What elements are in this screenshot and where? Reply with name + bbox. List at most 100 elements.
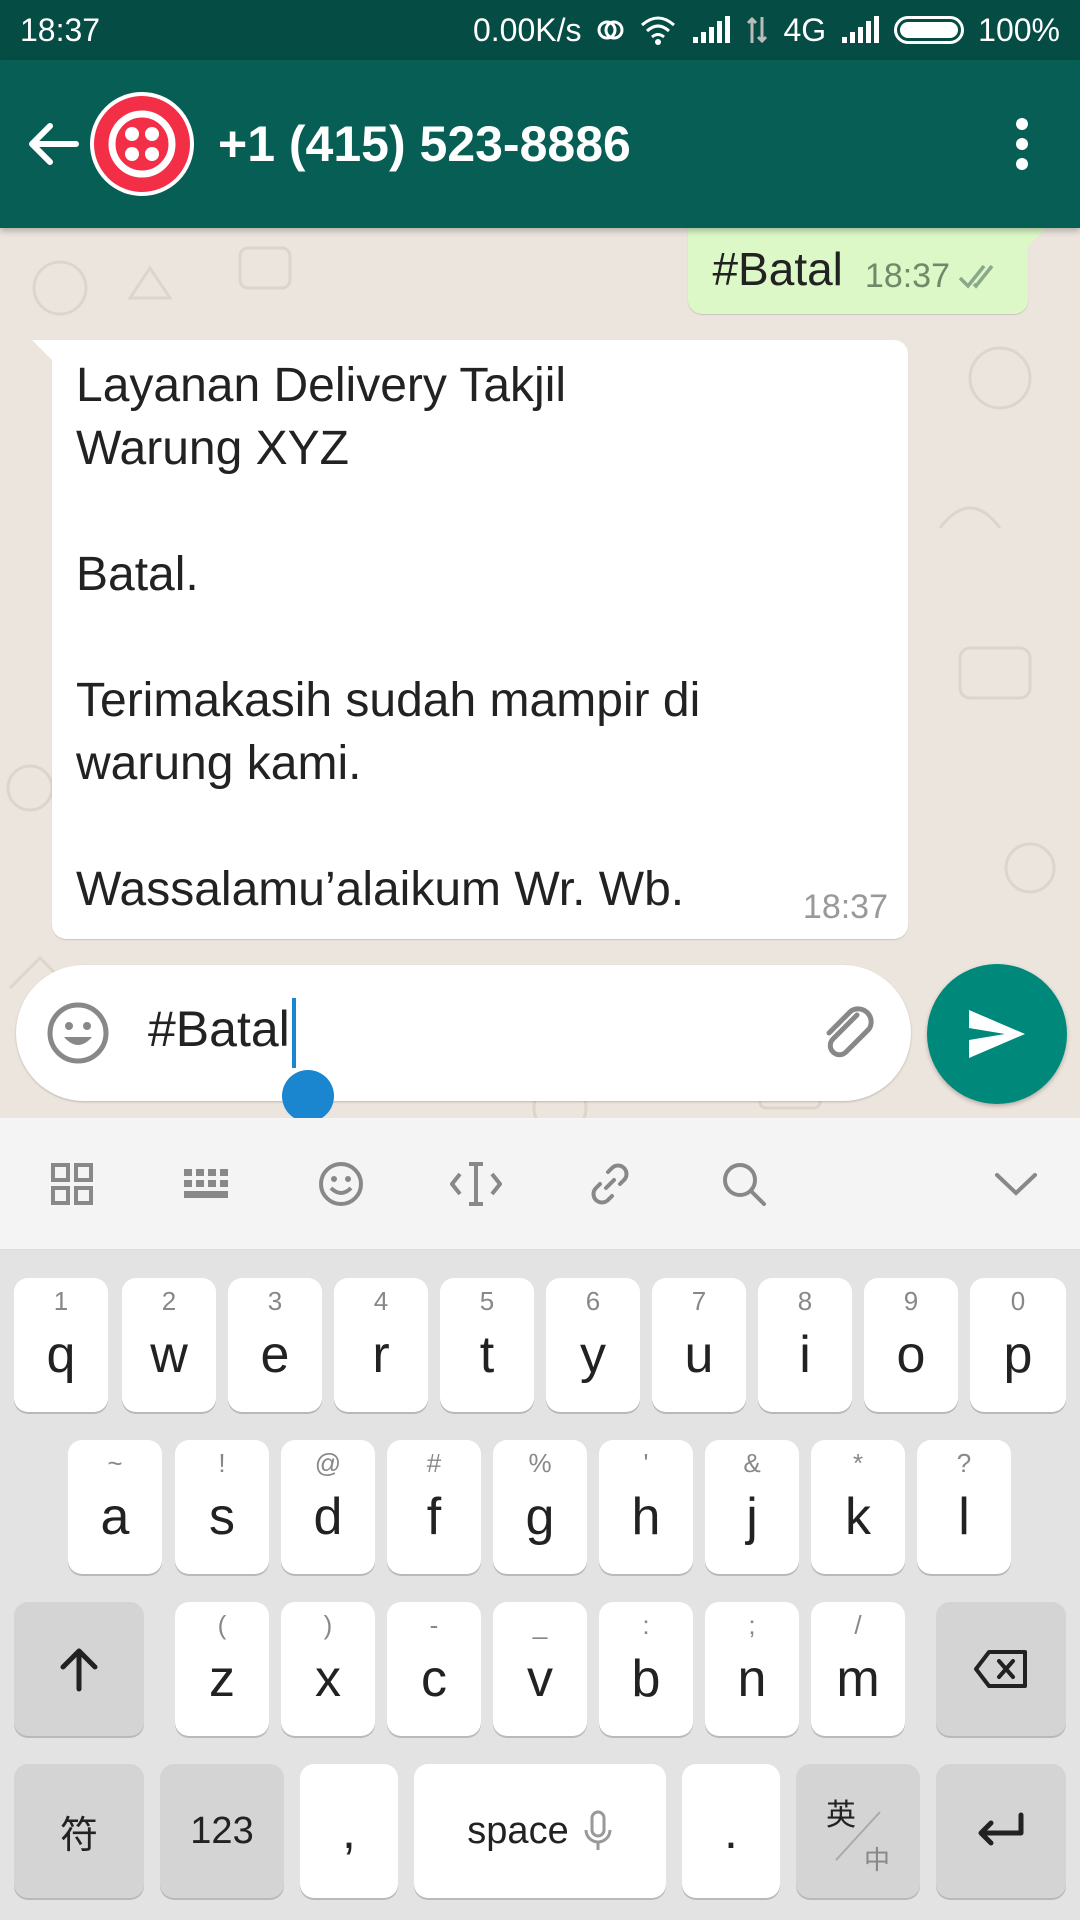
- message-line: Wassalamu’alaikum Wr. Wb.: [76, 863, 685, 916]
- key-j[interactable]: & j: [705, 1440, 799, 1574]
- key-label: y: [580, 1326, 606, 1384]
- key-h[interactable]: ' h: [599, 1440, 693, 1574]
- shift-key[interactable]: [14, 1602, 144, 1736]
- keyboard-layout-button[interactable]: [174, 1152, 238, 1216]
- key-sub-label: ): [323, 1610, 333, 1640]
- symbols-key[interactable]: 符: [14, 1764, 144, 1898]
- key-label: space: [467, 1809, 569, 1852]
- key-v[interactable]: _ v: [493, 1602, 587, 1736]
- key-label: n: [737, 1650, 767, 1708]
- key-r[interactable]: 4r: [334, 1278, 428, 1412]
- caret-handle[interactable]: [282, 1070, 334, 1122]
- comma-key[interactable]: ,: [300, 1764, 398, 1898]
- message-input[interactable]: #Batal: [148, 998, 817, 1068]
- key-s[interactable]: ! s: [175, 1440, 269, 1574]
- key-label: t: [479, 1326, 495, 1384]
- key-sub-label: 8: [797, 1286, 813, 1316]
- key-sub-label: ~: [107, 1448, 123, 1478]
- search-icon: [723, 1163, 766, 1206]
- enter-key[interactable]: [936, 1764, 1066, 1898]
- message-line: warung kami.: [76, 737, 362, 790]
- key-q[interactable]: 1q: [14, 1278, 108, 1412]
- emoji-keyboard-button[interactable]: [309, 1152, 373, 1216]
- key-sub-label: 4: [373, 1286, 389, 1316]
- send-button[interactable]: [927, 964, 1067, 1104]
- message-line: Warung XYZ: [76, 422, 349, 475]
- key-w[interactable]: 2w: [122, 1278, 216, 1412]
- key-sub-label: 7: [691, 1286, 707, 1316]
- key-i[interactable]: 8i: [758, 1278, 852, 1412]
- search-button[interactable]: [712, 1152, 776, 1216]
- key-sub-label: @: [314, 1448, 342, 1478]
- keyboard-icon: [184, 1169, 228, 1198]
- contact-name[interactable]: +1 (415) 523-8886: [218, 115, 992, 173]
- key-label: o: [896, 1326, 926, 1384]
- key-label: i: [799, 1326, 811, 1384]
- key-u[interactable]: 7u: [652, 1278, 746, 1412]
- language-switch-key[interactable]: 英 中: [796, 1764, 920, 1898]
- key-f[interactable]: # f: [387, 1440, 481, 1574]
- backspace-key[interactable]: [936, 1602, 1066, 1736]
- key-b[interactable]: :b: [599, 1602, 693, 1736]
- smiley-icon: [319, 1162, 363, 1206]
- key-c[interactable]: -c: [387, 1602, 481, 1736]
- key-g[interactable]: % g: [493, 1440, 587, 1574]
- key-e[interactable]: 3e: [228, 1278, 322, 1412]
- message-input-text: #Batal: [148, 1001, 290, 1058]
- microphone-icon: [584, 1810, 612, 1850]
- key-m[interactable]: / m: [811, 1602, 905, 1736]
- space-key[interactable]: space: [414, 1764, 666, 1898]
- key-k[interactable]: * k: [811, 1440, 905, 1574]
- double-check-icon: [958, 264, 994, 289]
- text-cursor-icon: [450, 1162, 502, 1206]
- key-label: r: [372, 1326, 390, 1384]
- key-sub-label: 3: [267, 1286, 283, 1316]
- emoji-button[interactable]: [46, 1001, 110, 1065]
- key-sub-label: -: [429, 1610, 439, 1640]
- cursor-control-button[interactable]: [444, 1152, 508, 1216]
- outgoing-message-text: #Batal: [712, 243, 843, 295]
- key-d[interactable]: @ d: [281, 1440, 375, 1574]
- key-sub-label: (: [217, 1610, 227, 1640]
- apps-grid-button[interactable]: [40, 1152, 104, 1216]
- status-indicators: 0.00K/s 4G 100%: [473, 12, 1060, 49]
- key-t[interactable]: 5t: [440, 1278, 534, 1412]
- back-button[interactable]: [18, 109, 88, 179]
- key-x[interactable]: ) x: [281, 1602, 375, 1736]
- key-p[interactable]: 0p: [970, 1278, 1066, 1412]
- key-label: ,: [342, 1803, 356, 1859]
- key-sub-label: %: [528, 1448, 552, 1478]
- key-label: p: [1003, 1326, 1033, 1384]
- signal-icon: [691, 12, 731, 48]
- network-type: 4G: [783, 11, 827, 48]
- incoming-message-time: 18:37: [802, 888, 888, 926]
- key-z[interactable]: (z: [175, 1602, 269, 1736]
- key-label: q: [46, 1326, 76, 1384]
- clipboard-button[interactable]: [578, 1152, 642, 1216]
- key-l[interactable]: ? l: [917, 1440, 1011, 1574]
- key-sub-label: ?: [956, 1448, 972, 1478]
- collapse-keyboard-button[interactable]: [984, 1152, 1048, 1216]
- key-sub-label: :: [642, 1610, 650, 1640]
- paperclip-icon: [826, 1006, 874, 1058]
- more-vert-icon: [1016, 118, 1028, 170]
- incoming-message[interactable]: Layanan Delivery Takjil Warung XYZ Batal…: [32, 340, 908, 939]
- key-y[interactable]: 6y: [546, 1278, 640, 1412]
- backspace-icon: [974, 1650, 1027, 1688]
- key-sub-label: 5: [479, 1286, 495, 1316]
- numbers-key[interactable]: 123: [160, 1764, 284, 1898]
- key-a[interactable]: ~ a: [68, 1440, 162, 1574]
- attach-button[interactable]: [817, 1001, 881, 1065]
- outgoing-message[interactable]: #Batal 18:37: [688, 228, 1046, 314]
- more-options-button[interactable]: [992, 104, 1052, 184]
- key-n[interactable]: ; n: [705, 1602, 799, 1736]
- period-key[interactable]: .: [682, 1764, 780, 1898]
- key-o[interactable]: 9o: [864, 1278, 958, 1412]
- key-sub-label: _: [532, 1610, 548, 1640]
- contact-avatar[interactable]: [90, 92, 194, 196]
- key-label: j: [746, 1488, 758, 1546]
- key-sub-label: &: [743, 1448, 761, 1478]
- key-label: h: [631, 1488, 661, 1546]
